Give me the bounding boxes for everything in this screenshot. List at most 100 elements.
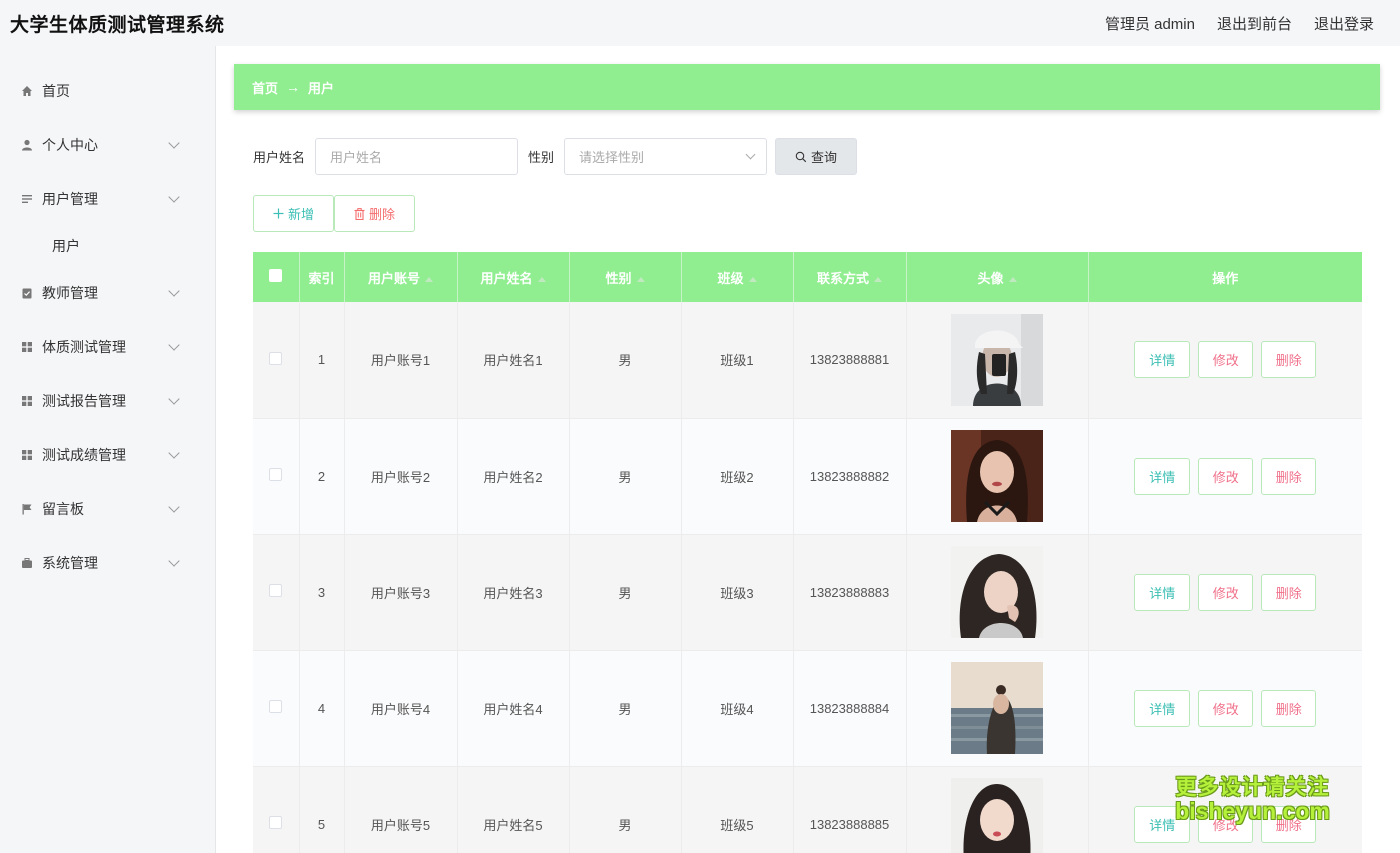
cell-class: 班级3 — [681, 534, 794, 651]
sidebar-item-label: 个人中心 — [42, 137, 98, 153]
column-header-account-label: 用户账号 — [367, 270, 420, 286]
cell-name: 用户姓名1 — [457, 302, 570, 419]
detail-button[interactable]: 详情 — [1134, 457, 1191, 495]
cell-class: 班级5 — [681, 766, 794, 853]
detail-button[interactable]: 详情 — [1134, 573, 1191, 611]
detail-button[interactable]: 详情 — [1134, 689, 1191, 727]
edit-button[interactable]: 修改 — [1198, 341, 1254, 379]
chevron-down-icon — [745, 149, 756, 160]
breadcrumb-current: 用户 — [308, 80, 335, 96]
avatar — [951, 778, 1043, 853]
add-button[interactable]: 新增 — [253, 195, 334, 232]
cell-name: 用户姓名2 — [457, 418, 570, 535]
column-header-class[interactable]: 班级 — [681, 252, 794, 302]
logout-link[interactable]: 退出登录 — [1314, 13, 1374, 34]
cell-avatar — [906, 302, 1089, 419]
sidebar-item-test-report[interactable]: 测试报告管理 — [0, 374, 190, 428]
chevron-down-icon — [168, 339, 180, 351]
delete-button[interactable]: 删除 — [1261, 341, 1317, 379]
column-header-account[interactable]: 用户账号 — [344, 252, 458, 302]
action-bar: 新增 删除 — [253, 195, 415, 232]
cell-account: 用户账号2 — [344, 418, 458, 535]
cell-avatar — [906, 766, 1089, 853]
column-header-name[interactable]: 用户姓名 — [457, 252, 570, 302]
batch-delete-button[interactable]: 删除 — [334, 195, 415, 232]
search-bar: 用户姓名 用户姓名 性别 请选择性别 查询 — [253, 138, 858, 175]
sidebar-item-user-management[interactable]: 用户管理 — [0, 172, 190, 226]
user-table: 索引 用户账号 用户姓名 性别 班级 联系方式 头像 操作 1 用户账号1 用户… — [253, 252, 1362, 853]
row-checkbox[interactable] — [269, 700, 283, 713]
chevron-down-icon — [168, 393, 180, 405]
sort-icon — [636, 276, 645, 282]
sidebar: 首页 个人中心 用户管理 用户 教师管理 体质测试管理 测试报告管理 测试成绩管… — [0, 46, 216, 853]
cell-actions: 详情 修改 删除 — [1088, 418, 1362, 535]
detail-button[interactable]: 详情 — [1134, 341, 1191, 379]
sidebar-item-label: 体质测试管理 — [42, 339, 126, 355]
select-all-cell — [253, 252, 300, 302]
chevron-down-icon — [168, 137, 180, 149]
sidebar-subitem-user[interactable]: 用户 — [0, 226, 190, 266]
watermark-line1: 更多设计请关注 — [1175, 776, 1330, 799]
cell-actions: 详情 修改 删除 — [1088, 650, 1362, 767]
avatar — [951, 546, 1043, 638]
grid-icon — [20, 448, 34, 462]
edit-button[interactable]: 修改 — [1198, 573, 1254, 611]
name-search-input[interactable]: 用户姓名 — [315, 138, 519, 175]
sidebar-item-teacher-management[interactable]: 教师管理 — [0, 266, 190, 320]
grid-icon — [20, 394, 34, 408]
row-select-cell — [253, 302, 300, 419]
arrow-right-icon: → — [286, 79, 301, 95]
cell-phone: 13823888881 — [793, 302, 907, 419]
query-button[interactable]: 查询 — [775, 138, 858, 175]
sort-icon — [537, 276, 546, 282]
cell-avatar — [906, 534, 1089, 651]
name-filter-label: 用户姓名 — [253, 150, 306, 165]
briefcase-icon — [20, 556, 34, 570]
sidebar-item-message-board[interactable]: 留言板 — [0, 482, 190, 536]
column-header-phone[interactable]: 联系方式 — [793, 252, 907, 302]
grid-icon — [20, 340, 34, 354]
breadcrumb-home[interactable]: 首页 — [252, 78, 278, 97]
trash-icon — [354, 207, 365, 220]
gender-filter-label: 性别 — [528, 150, 555, 165]
cell-index: 1 — [299, 302, 345, 419]
cell-class: 班级1 — [681, 302, 794, 419]
row-checkbox[interactable] — [269, 468, 283, 481]
avatar — [951, 662, 1043, 754]
row-checkbox[interactable] — [269, 584, 283, 597]
admin-label: 管理员 admin — [1104, 15, 1195, 33]
delete-button[interactable]: 删除 — [1261, 457, 1317, 495]
clipboard-icon — [20, 286, 34, 300]
avatar — [951, 430, 1043, 522]
cell-gender: 男 — [569, 766, 682, 853]
select-all-checkbox[interactable] — [269, 269, 283, 282]
edit-button[interactable]: 修改 — [1198, 457, 1254, 495]
sidebar-item-profile[interactable]: 个人中心 — [0, 118, 190, 172]
top-header: 大学生体质测试管理系统 管理员 admin 退出到前台 退出登录 — [0, 0, 1400, 46]
delete-button[interactable]: 删除 — [1261, 573, 1317, 611]
chevron-down-icon — [168, 501, 180, 513]
cell-index: 4 — [299, 650, 345, 767]
sidebar-item-system[interactable]: 系统管理 — [0, 536, 190, 590]
table-header-row: 索引 用户账号 用户姓名 性别 班级 联系方式 头像 操作 — [253, 252, 1362, 302]
sidebar-menu: 首页 个人中心 用户管理 用户 教师管理 体质测试管理 测试报告管理 测试成绩管… — [0, 46, 190, 590]
cell-account: 用户账号5 — [344, 766, 458, 853]
cell-actions: 详情 修改 删除 — [1088, 302, 1362, 419]
batch-delete-label: 删除 — [368, 207, 395, 222]
row-checkbox[interactable] — [269, 816, 283, 829]
column-header-phone-label: 联系方式 — [816, 270, 869, 286]
edit-button[interactable]: 修改 — [1198, 689, 1254, 727]
exit-to-front-link[interactable]: 退出到前台 — [1217, 13, 1292, 34]
column-header-class-label: 班级 — [717, 270, 744, 286]
plus-icon — [273, 208, 284, 219]
search-icon — [795, 151, 807, 162]
add-button-label: 新增 — [287, 207, 314, 222]
column-header-avatar[interactable]: 头像 — [906, 252, 1089, 302]
delete-button[interactable]: 删除 — [1261, 689, 1317, 727]
sidebar-item-fitness-test[interactable]: 体质测试管理 — [0, 320, 190, 374]
row-checkbox[interactable] — [269, 351, 283, 365]
column-header-gender[interactable]: 性别 — [569, 252, 682, 302]
sidebar-item-test-score[interactable]: 测试成绩管理 — [0, 428, 190, 482]
sidebar-item-home[interactable]: 首页 — [0, 64, 190, 118]
gender-select[interactable]: 请选择性别 — [564, 138, 768, 175]
